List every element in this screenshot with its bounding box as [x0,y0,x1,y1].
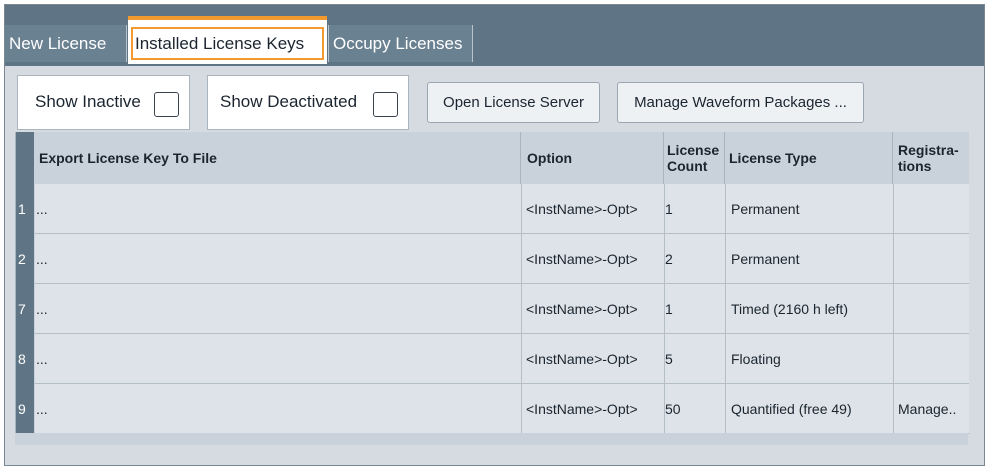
show-deactivated-label: Show Deactivated [220,92,358,111]
table-row[interactable]: 7 ... <InstName>-Opt> 1 Timed (2160 h le… [16,284,969,334]
row-number: 7 [16,284,34,334]
count-cell: 5 [665,334,726,384]
export-cell[interactable]: ... [35,234,522,284]
license-keys-table: Export License Key To File Option Licens… [15,132,969,434]
show-deactivated-checkbox[interactable] [373,92,398,117]
registrations-cell [894,334,969,384]
type-cell: Quantified (free 49) [726,384,894,434]
open-license-server-button[interactable]: Open License Server [427,82,600,123]
show-inactive-checkbox[interactable] [154,92,179,117]
row-number: 9 [16,384,34,434]
count-cell: 50 [665,384,726,434]
header-license-type[interactable]: License Type [726,132,893,184]
type-cell: Permanent [726,184,894,234]
manage-waveform-packages-button[interactable]: Manage Waveform Packages ... [617,82,864,123]
table-row[interactable]: 8 ... <InstName>-Opt> 5 Floating [16,334,969,384]
header-export[interactable]: Export License Key To File [35,132,521,184]
table-header: Export License Key To File Option Licens… [16,132,969,184]
export-cell[interactable]: ... [35,334,522,384]
tab-bar: New License Installed License Keys Occup… [5,5,984,66]
header-registrations[interactable]: Registra-tions [894,132,969,184]
show-inactive-toggle[interactable]: Show Inactive [17,75,190,130]
option-cell: <InstName>-Opt> [522,234,665,284]
option-cell: <InstName>-Opt> [522,384,665,434]
manage-registrations-cell[interactable]: Manage.. [894,384,969,434]
row-number: 8 [16,334,34,384]
option-cell: <InstName>-Opt> [522,184,665,234]
tab-installed-license-keys[interactable]: Installed License Keys [128,16,327,64]
tab-new-license[interactable]: New License [5,25,127,62]
table-row[interactable]: 2 ... <InstName>-Opt> 2 Permanent [16,234,969,284]
count-cell: 1 [665,284,726,334]
tab-new-license-label: New License [9,34,107,53]
table-row[interactable]: 9 ... <InstName>-Opt> 50 Quantified (fre… [16,384,969,434]
registrations-cell [894,234,969,284]
registrations-cell [894,284,969,334]
registrations-cell [894,184,969,234]
count-cell: 1 [665,184,726,234]
type-cell: Timed (2160 h left) [726,284,894,334]
header-license-count[interactable]: License Count [665,132,725,184]
row-number-header [16,132,34,184]
header-option[interactable]: Option [522,132,664,184]
export-cell[interactable]: ... [35,284,522,334]
show-inactive-label: Show Inactive [35,92,141,111]
table-scrollbar[interactable] [15,433,968,445]
active-tab-indicator [128,16,327,20]
table-row[interactable]: 1 ... <InstName>-Opt> 1 Permanent [16,184,969,234]
export-cell[interactable]: ... [35,384,522,434]
show-deactivated-toggle[interactable]: Show Deactivated [207,75,409,130]
tab-occupy-licenses[interactable]: Occupy Licenses [328,25,473,62]
tab-occupy-licenses-label: Occupy Licenses [333,34,463,53]
option-cell: <InstName>-Opt> [522,334,665,384]
count-cell: 2 [665,234,726,284]
export-cell[interactable]: ... [35,184,522,234]
row-number: 1 [16,184,34,234]
option-cell: <InstName>-Opt> [522,284,665,334]
row-number: 2 [16,234,34,284]
type-cell: Permanent [726,234,894,284]
tab-installed-license-keys-label: Installed License Keys [131,27,324,60]
type-cell: Floating [726,334,894,384]
